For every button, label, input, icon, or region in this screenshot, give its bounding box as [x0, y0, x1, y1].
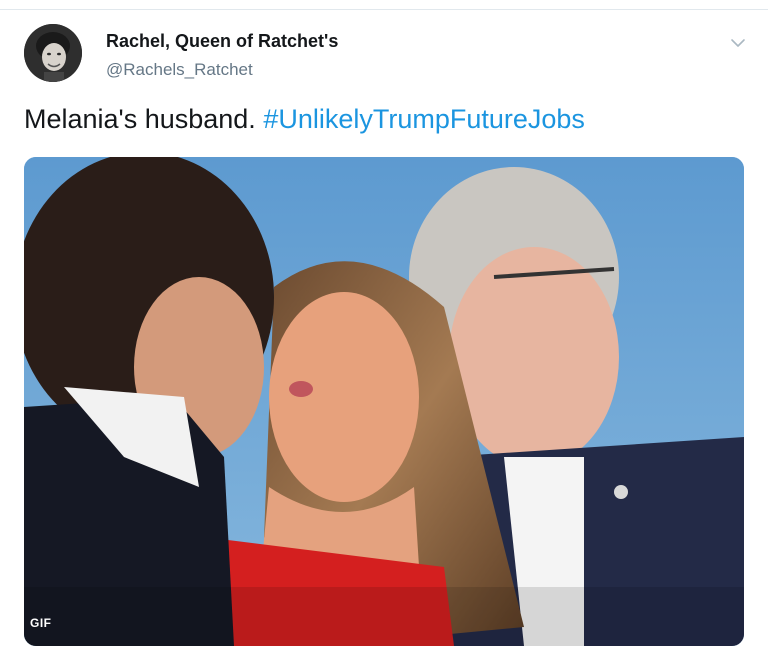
tweet-media-gif[interactable]: [24, 157, 744, 646]
tweet-text-body: Melania's husband.: [24, 104, 264, 134]
chevron-down-icon[interactable]: [730, 36, 746, 50]
gif-badge: GIF: [30, 616, 52, 630]
avatar[interactable]: [24, 24, 82, 82]
tweet-text: Melania's husband. #UnlikelyTrumpFutureJ…: [24, 104, 585, 135]
author-handle[interactable]: @Rachels_Ratchet: [106, 60, 253, 80]
gif-frame-image: [24, 157, 744, 646]
top-divider: [0, 9, 768, 10]
hashtag-link[interactable]: #UnlikelyTrumpFutureJobs: [263, 104, 585, 134]
avatar-photo-icon: [24, 24, 82, 82]
author-name[interactable]: Rachel, Queen of Ratchet's: [106, 31, 338, 52]
